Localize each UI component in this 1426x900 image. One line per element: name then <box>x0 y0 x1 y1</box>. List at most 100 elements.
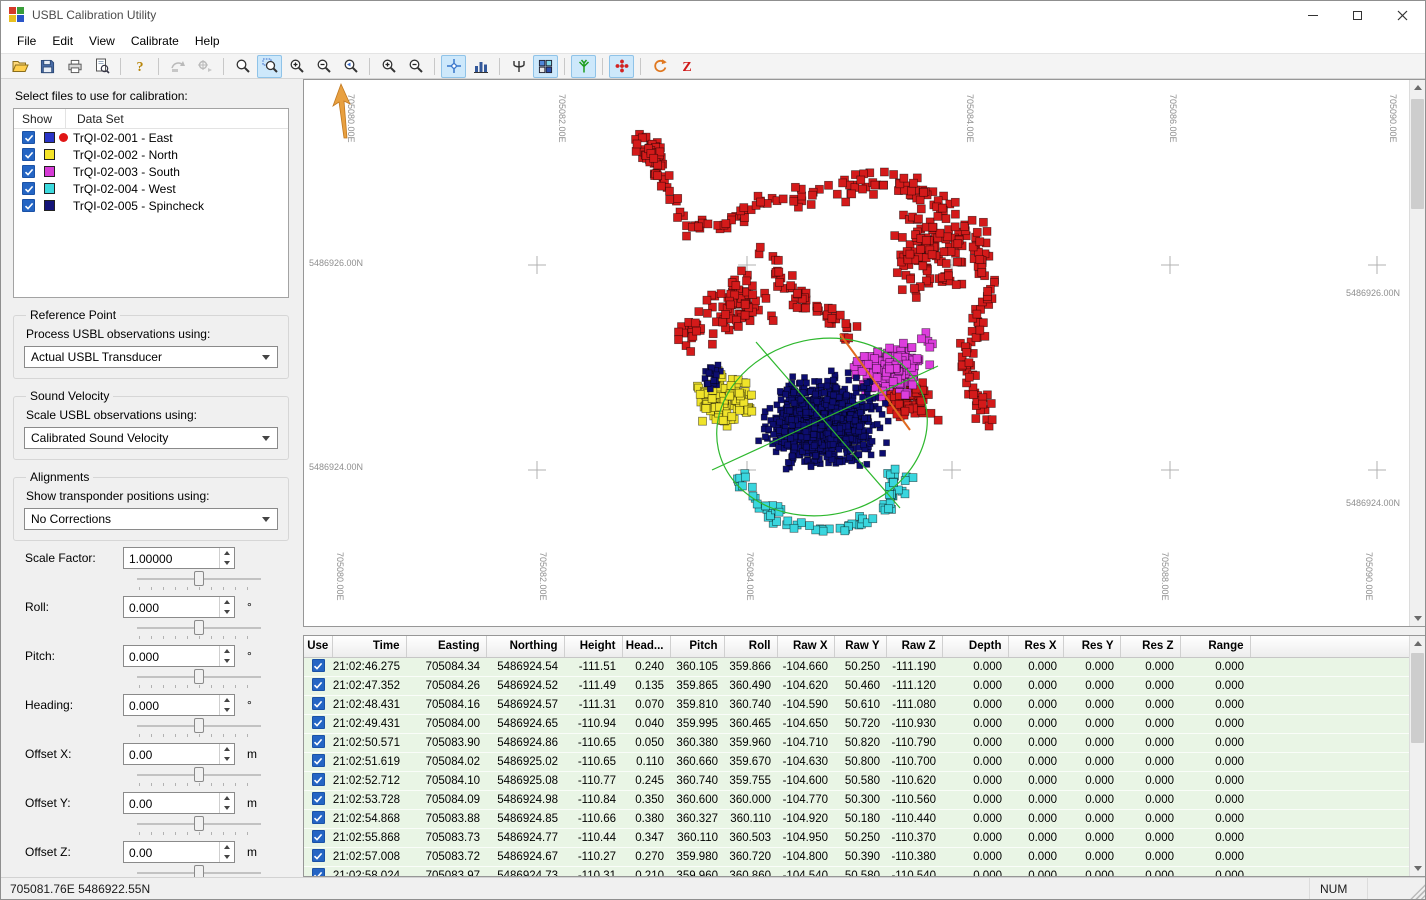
slider-thumb[interactable] <box>194 571 204 586</box>
scroll-up-button[interactable] <box>1410 636 1425 651</box>
column-header-raw-z[interactable]: Raw Z <box>886 636 942 657</box>
spin-down-button[interactable] <box>220 705 234 715</box>
file-list-item[interactable]: TrQI-02-004 - West <box>14 180 288 197</box>
slider-thumb[interactable] <box>194 718 204 733</box>
z-scale-button[interactable]: Z <box>674 55 699 78</box>
resize-grip[interactable] <box>1409 878 1425 899</box>
alignment-tree-button[interactable] <box>571 55 596 78</box>
scrollbar-thumb[interactable] <box>1411 99 1424 209</box>
spin-down-button[interactable] <box>220 803 234 813</box>
pitch-slider[interactable] <box>135 668 263 688</box>
spin-down-button[interactable] <box>220 852 234 862</box>
file-list-item[interactable]: TrQI-02-002 - North <box>14 146 288 163</box>
roll-spinner[interactable]: 0.000 <box>123 596 235 618</box>
save-button[interactable] <box>35 55 60 78</box>
print-button[interactable] <box>62 55 87 78</box>
heading-slider[interactable] <box>135 717 263 737</box>
zoom-in-button[interactable] <box>284 55 309 78</box>
menu-file[interactable]: File <box>9 31 44 51</box>
column-header-raw-y[interactable]: Raw Y <box>834 636 886 657</box>
checkbox-checked-icon[interactable] <box>312 659 325 672</box>
zoom-window-button[interactable] <box>257 55 282 78</box>
column-header-depth[interactable]: Depth <box>942 636 1008 657</box>
scroll-down-button[interactable] <box>1410 861 1425 876</box>
zoom-extents-button[interactable] <box>230 55 255 78</box>
scroll-down-button[interactable] <box>1410 611 1425 626</box>
transponder-fork-button[interactable] <box>506 55 531 78</box>
rotate-button[interactable] <box>647 55 672 78</box>
roll-slider[interactable] <box>135 619 263 639</box>
histogram-button[interactable] <box>468 55 493 78</box>
open-button[interactable] <box>8 55 33 78</box>
checkbox-checked-icon[interactable] <box>312 830 325 843</box>
spin-down-button[interactable] <box>220 607 234 617</box>
spin-up-button[interactable] <box>220 793 234 803</box>
column-header-height[interactable]: Height <box>564 636 622 657</box>
table-row[interactable]: 21:02:51.619705084.025486925.02-110.650.… <box>304 752 1409 771</box>
maximize-button[interactable] <box>1335 1 1380 29</box>
menu-edit[interactable]: Edit <box>44 31 81 51</box>
table-row[interactable]: 21:02:48.431705084.165486924.57-111.310.… <box>304 695 1409 714</box>
checkbox-checked-icon[interactable] <box>22 131 35 144</box>
sound-velocity-combo[interactable]: Calibrated Sound Velocity <box>24 427 278 449</box>
zoom-selection-button[interactable] <box>403 55 428 78</box>
checkbox-checked-icon[interactable] <box>312 773 325 786</box>
table-row[interactable]: 21:02:54.868705083.885486924.85-110.660.… <box>304 809 1409 828</box>
minimize-button[interactable] <box>1290 1 1335 29</box>
checkbox-checked-icon[interactable] <box>312 697 325 710</box>
slider-thumb[interactable] <box>194 767 204 782</box>
spin-up-button[interactable] <box>220 548 234 558</box>
plot-canvas[interactable]: 705080.00E705082.00E705084.00E705086.00E… <box>304 80 1409 626</box>
offset-z-spinner[interactable]: 0.00 <box>123 841 235 863</box>
slider-thumb[interactable] <box>194 620 204 635</box>
spin-up-button[interactable] <box>220 842 234 852</box>
spin-down-button[interactable] <box>220 754 234 764</box>
column-header-range[interactable]: Range <box>1180 636 1250 657</box>
column-header-roll[interactable]: Roll <box>724 636 777 657</box>
column-header-pitch[interactable]: Pitch <box>670 636 724 657</box>
column-header-res-y[interactable]: Res Y <box>1063 636 1120 657</box>
zoom-dataset-button[interactable] <box>376 55 401 78</box>
slider-thumb[interactable] <box>194 865 204 877</box>
checkbox-checked-icon[interactable] <box>312 716 325 729</box>
spin-up-button[interactable] <box>220 646 234 656</box>
column-header-use[interactable]: Use <box>304 636 332 657</box>
file-list-item[interactable]: TrQI-02-001 - East <box>14 129 288 146</box>
column-header-northing[interactable]: Northing <box>486 636 564 657</box>
slider-thumb[interactable] <box>194 816 204 831</box>
offset-y-slider[interactable] <box>135 815 263 835</box>
offset-x-slider[interactable] <box>135 766 263 786</box>
help-button[interactable]: ? <box>127 55 152 78</box>
checkbox-checked-icon[interactable] <box>22 148 35 161</box>
checkbox-checked-icon[interactable] <box>312 849 325 862</box>
scrollbar-thumb[interactable] <box>1411 653 1424 743</box>
table-vertical-scrollbar[interactable] <box>1409 636 1425 876</box>
offset-x-spinner[interactable]: 0.00 <box>123 743 235 765</box>
checkbox-checked-icon[interactable] <box>22 199 35 212</box>
checkbox-checked-icon[interactable] <box>312 868 325 876</box>
checkbox-checked-icon[interactable] <box>312 678 325 691</box>
checkbox-checked-icon[interactable] <box>22 165 35 178</box>
datasets-grid-button[interactable] <box>533 55 558 78</box>
scroll-up-button[interactable] <box>1410 80 1425 95</box>
checkbox-checked-icon[interactable] <box>312 792 325 805</box>
column-header-head[interactable]: Head... <box>622 636 670 657</box>
table-row[interactable]: 21:02:53.728705084.095486924.98-110.840.… <box>304 790 1409 809</box>
column-header-time[interactable]: Time <box>332 636 406 657</box>
menu-view[interactable]: View <box>81 31 123 51</box>
table-row[interactable]: 21:02:57.008705083.725486924.67-110.270.… <box>304 847 1409 866</box>
column-header-raw-x[interactable]: Raw X <box>777 636 834 657</box>
offset-z-slider[interactable] <box>135 864 263 877</box>
spin-down-button[interactable] <box>220 558 234 568</box>
zoom-last-button[interactable] <box>338 55 363 78</box>
table-row[interactable]: 21:02:49.431705084.005486924.65-110.940.… <box>304 714 1409 733</box>
scrollbar-track[interactable] <box>1410 95 1425 611</box>
pitch-spinner[interactable]: 0.000 <box>123 645 235 667</box>
file-list-item[interactable]: TrQI-02-003 - South <box>14 163 288 180</box>
zoom-out-button[interactable] <box>311 55 336 78</box>
plot-vertical-scrollbar[interactable] <box>1409 80 1425 626</box>
scale-factor-spinner[interactable]: 1.00000 <box>123 547 235 569</box>
transponder-spread-button[interactable] <box>609 55 634 78</box>
checkbox-checked-icon[interactable] <box>312 735 325 748</box>
observations-table[interactable]: UseTimeEastingNorthingHeightHead...Pitch… <box>304 636 1409 876</box>
